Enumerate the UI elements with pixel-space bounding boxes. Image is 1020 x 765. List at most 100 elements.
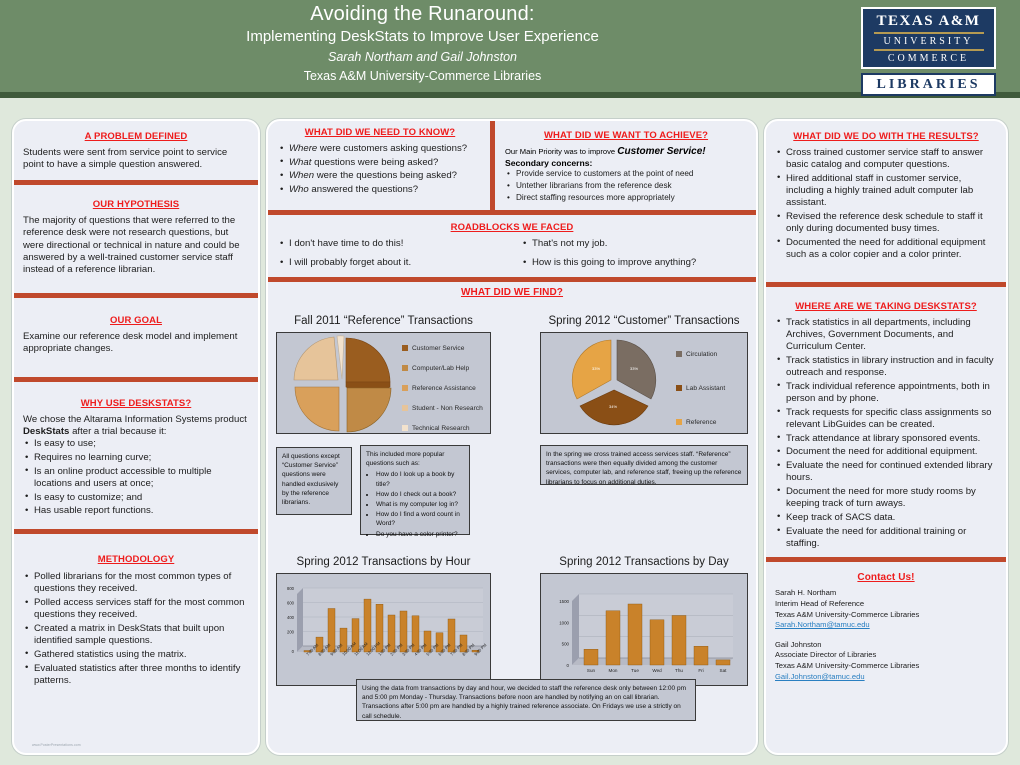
university-logo: TEXAS A&M UNIVERSITY COMMERCE LIBRARIES	[861, 7, 996, 96]
legend-item: Reference Assistance	[402, 385, 483, 392]
need-to-know-list: Where were customers asking questions? W…	[278, 142, 482, 196]
chart-plot-area: 800 600 400 200 0 7:00 AM 8:00 AM 9:00 A…	[276, 572, 491, 686]
chart-title: Fall 2011 “Reference” Transactions	[294, 314, 473, 327]
roadblocks-left-list: I don't have time to do this! I will pro…	[278, 237, 503, 269]
chart-plot-area: 33% 33% 34% Circulation Lab Assistant Re…	[540, 331, 748, 434]
chart-legend-fall: Customer Service Computer/Lab Help Refer…	[402, 345, 483, 432]
legend-swatch-icon	[402, 345, 408, 352]
secondary-concerns-label: Secondary concerns:	[505, 158, 593, 168]
chart-transactions-by-day: Spring 2012 Transactions by Day 1500 100…	[540, 550, 748, 686]
y-tick-label: 0	[292, 649, 295, 654]
y-tick-label: 600	[287, 600, 295, 605]
section-findings: WHAT DID WE FIND? Fall 2011 “Reference” …	[268, 287, 756, 753]
y-tick-label: 200	[287, 629, 295, 634]
legend-swatch-icon	[402, 405, 408, 412]
list-item: Do you have a color printer?	[376, 530, 464, 539]
section-title-methodology: METHODOLOGY	[97, 554, 175, 566]
legend-swatch-icon	[402, 385, 408, 392]
chart-title: Spring 2012 “Customer” Transactions	[548, 314, 740, 327]
section-title-contact: Contact Us!	[857, 572, 915, 584]
list-item: Track statistics in all departments, inc…	[775, 316, 997, 354]
contact-email-link[interactable]: Gail.Johnston@tamuc.edu	[775, 672, 865, 681]
x-tick-label: Sat	[720, 668, 728, 673]
chart-transactions-by-hour: Spring 2012 Transactions by Hour 800 600…	[276, 550, 491, 686]
list-item: Evaluate the need for continued extended…	[775, 460, 997, 484]
y-tick-label: 800	[287, 586, 295, 591]
logo-line-university: UNIVERSITY	[883, 35, 974, 47]
logo-crest: TEXAS A&M UNIVERSITY COMMERCE	[861, 7, 996, 69]
y-tick-label: 400	[287, 615, 295, 620]
legend-label: Lab Assistant	[686, 384, 726, 392]
poster-canvas: Avoiding the Runaround: Implementing Des…	[0, 0, 1020, 765]
list-item: I will probably forget about it.	[278, 257, 503, 269]
contact-role: Interim Head of Reference	[775, 599, 865, 609]
why-product-name: DeskStats	[23, 426, 70, 438]
pie-slice-customer-service	[345, 337, 391, 383]
list-item: What questions were being asked?	[278, 156, 482, 169]
future-list: Track statistics in all departments, inc…	[775, 316, 997, 550]
legend-item: Lab Assistant	[676, 385, 725, 392]
list-item: Gathered statistics using the matrix.	[23, 648, 249, 661]
note-all-questions: All questions except “Customer Service” …	[276, 446, 352, 515]
column-right: WHAT DID WE DO WITH THE RESULTS? Cross t…	[764, 119, 1008, 755]
chart-title: Spring 2012 Transactions by Hour	[296, 555, 471, 568]
list-item: When were the questions being asked?	[278, 170, 482, 182]
pie-svg-spring: 33% 33% 34%	[571, 339, 657, 426]
list-item: Is easy to customize; and	[23, 491, 249, 504]
legend-swatch-icon	[676, 351, 682, 358]
x-tick-label: Wed	[652, 668, 662, 673]
chart-plot-area: 1500 1000 500 0 Sun Mon Tue Wed Thu Fri …	[540, 572, 748, 686]
legend-label: Student - Non Research	[412, 404, 483, 412]
section-title-future: WHERE ARE WE TAKING DESKSTATS?	[795, 300, 977, 312]
contact-name: Gail Johnston	[775, 639, 822, 649]
legend-swatch-icon	[676, 385, 682, 392]
author-names: Sarah Northam and Gail Johnston	[328, 50, 517, 64]
column-left: A PROBLEM DEFINED Students were sent fro…	[12, 119, 260, 755]
achieve-lead-a: Our Main Priority was to improve	[505, 147, 618, 156]
contact-name: Sarah H. Northam	[775, 588, 837, 598]
question-rest: answered the questions?	[308, 184, 419, 196]
list-item: Hired additional staff in customer servi…	[775, 172, 997, 210]
section-hypothesis: OUR HYPOTHESIS The majority of questions…	[14, 185, 258, 293]
pie-slice-computer-lab	[346, 387, 392, 433]
legend-swatch-icon	[676, 419, 682, 426]
page-title: Avoiding the Runaround:	[310, 3, 535, 25]
section-roadblocks: ROADBLOCKS WE FACED I don't have time to…	[268, 215, 756, 277]
legend-label: Customer Service	[412, 344, 465, 352]
section-future: WHERE ARE WE TAKING DESKSTATS? Track sta…	[766, 287, 1006, 558]
section-title-achieve: WHAT DID WE WANT TO ACHIEVE?	[543, 130, 709, 141]
section-contact: Contact Us! Sarah H. Northam Interim Hea…	[766, 562, 1006, 690]
poster-watermark: www.PosterPresentations.com	[32, 742, 81, 747]
question-rest: questions were being asked?	[311, 156, 439, 168]
contact-email-link[interactable]: Sarah.Northam@tamuc.edu	[775, 620, 870, 629]
question-word: What	[289, 156, 312, 168]
list-item: Who answered the questions?	[278, 184, 482, 196]
logo-rule-mid	[873, 48, 984, 51]
y-tick-label: 500	[562, 642, 570, 647]
list-item: That's not my job.	[521, 237, 746, 250]
note-lead: This included more popular questions suc…	[366, 450, 445, 468]
section-questions-row: WHAT DID WE NEED TO KNOW? Where were cus…	[268, 121, 756, 210]
logo-line-texas-am: TEXAS A&M	[876, 12, 981, 29]
list-item: Document the need for additional equipme…	[775, 446, 997, 458]
contact-org: Texas A&M University-Commerce Libraries	[775, 661, 920, 671]
column-center: WHAT DID WE NEED TO KNOW? Where were cus…	[266, 119, 758, 755]
section-goal: OUR GOAL Examine our reference desk mode…	[14, 298, 258, 377]
logo-rule-top	[873, 31, 984, 34]
list-item: Evaluated statistics after three months …	[23, 662, 249, 687]
hypothesis-text: The majority of questions that were refe…	[23, 214, 240, 276]
pie-svg-fall	[293, 335, 392, 433]
section-problem-defined: A PROBLEM DEFINED Students were sent fro…	[14, 121, 258, 180]
legend-item: Circulation	[676, 351, 725, 358]
legend-swatch-icon	[402, 425, 408, 432]
legend-item: Student - Non Research	[402, 405, 483, 412]
list-item: Evaluate the need for additional trainin…	[775, 525, 997, 550]
question-word: Who	[289, 184, 309, 196]
problem-text: Students were sent from service point to…	[23, 147, 228, 171]
list-item: Track requests for specific class assign…	[775, 406, 997, 431]
legend-item: Computer/Lab Help	[402, 365, 483, 372]
why-lead-c: after a trial because it:	[69, 426, 167, 438]
page-subtitle: Implementing DeskStats to Improve User E…	[246, 28, 599, 45]
bar-svg-day: 1500 1000 500 0 Sun Mon Tue Wed Thu Fri …	[559, 593, 733, 673]
roadblocks-columns: I don't have time to do this! I will pro…	[278, 237, 746, 271]
